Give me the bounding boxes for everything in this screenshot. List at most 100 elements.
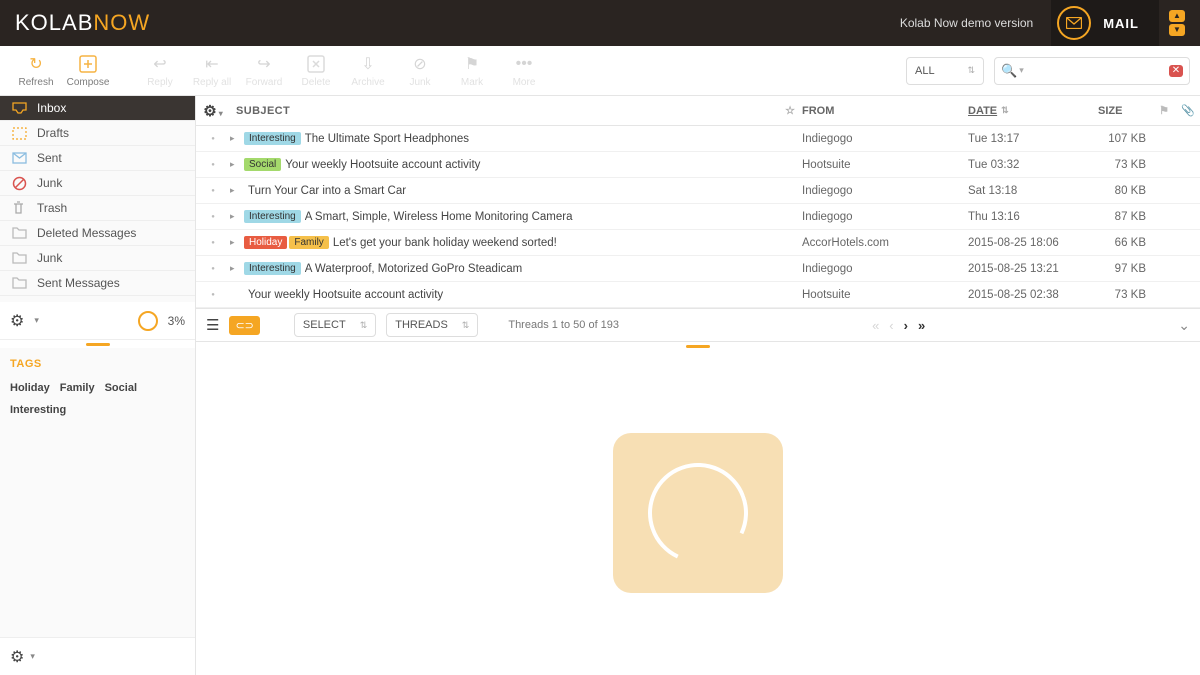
message-row[interactable]: ●▸SocialYour weekly Hootsuite account ac… [196, 152, 1200, 178]
delete-button[interactable]: Delete [290, 50, 342, 92]
tags-settings-button[interactable]: ⚙ [10, 647, 24, 667]
search-input[interactable]: 🔍 ▾ ✕ [994, 57, 1190, 85]
pagination: « ‹ › » [872, 318, 925, 333]
chevron-up-icon[interactable]: ▲ [1169, 10, 1185, 22]
message-size: 80 KB [1098, 185, 1152, 197]
col-date[interactable]: DATE⇅ [968, 105, 1098, 117]
junk-button[interactable]: ⊘ Junk [394, 50, 446, 92]
updown-icon: ⇅ [462, 320, 470, 331]
message-subject: Turn Your Car into a Smart Car [248, 185, 802, 197]
preview-split-handle[interactable] [196, 342, 1200, 350]
col-size[interactable]: SIZE [1098, 105, 1152, 117]
tag-interesting[interactable]: Interesting [10, 404, 66, 416]
message-list: ●▸InterestingThe Ultimate Sport Headphon… [196, 126, 1200, 308]
plus-icon [78, 54, 98, 74]
app-switcher[interactable]: ▲ ▼ [1169, 10, 1185, 36]
mail-icon [1057, 6, 1091, 40]
folder-settings-button[interactable]: ⚙ [10, 311, 24, 331]
flag-icon[interactable]: ⚑ [1152, 104, 1176, 117]
split-handle[interactable] [0, 340, 195, 348]
message-row[interactable]: ●▸HolidayFamilyLet's get your bank holid… [196, 230, 1200, 256]
refresh-button[interactable]: ↻ Refresh [10, 50, 62, 92]
page-next-button[interactable]: › [904, 318, 908, 333]
tags-panel: TAGS HolidayFamilySocialInteresting [0, 348, 195, 426]
tag-social: Social [244, 158, 281, 171]
collapse-button[interactable]: ⌄ [1178, 317, 1190, 334]
message-row[interactable]: ●▸InterestingA Waterproof, Motorized GoP… [196, 256, 1200, 282]
updown-icon: ⇅ [967, 65, 975, 76]
refresh-icon: ↻ [26, 54, 46, 74]
message-tags: Interesting [244, 262, 301, 275]
folder-junk[interactable]: Junk [0, 171, 195, 196]
message-subject: A Waterproof, Motorized GoPro Steadicam [305, 263, 802, 275]
message-subject: Your weekly Hootsuite account activity [248, 289, 802, 301]
mark-button[interactable]: ⚑ Mark [446, 50, 498, 92]
clear-search-icon[interactable]: ✕ [1169, 65, 1183, 77]
list-footer: ☰ ⊂⊃ SELECT ⇅ THREADS ⇅ Threads 1 to 50 … [196, 308, 1200, 342]
archive-button[interactable]: ⇩ Archive [342, 50, 394, 92]
archive-label: Archive [351, 77, 384, 88]
message-row[interactable]: ●Your weekly Hootsuite account activityH… [196, 282, 1200, 308]
col-from[interactable]: FROM [802, 105, 968, 117]
message-date: Thu 13:16 [968, 211, 1098, 223]
page-last-button[interactable]: » [918, 318, 925, 333]
tag-family[interactable]: Family [60, 382, 95, 394]
folder-inbox[interactable]: Inbox [0, 96, 195, 121]
compose-button[interactable]: Compose [62, 50, 114, 92]
folder-label: Sent Messages [37, 276, 120, 290]
list-view-button[interactable]: ☰ [206, 316, 219, 334]
thread-arrow-icon: ▸ [230, 159, 244, 170]
folder-label: Inbox [37, 101, 66, 115]
folder-sent-messages[interactable]: Sent Messages [0, 271, 195, 296]
folder-trash[interactable]: Trash [0, 196, 195, 221]
message-row[interactable]: ●▸Turn Your Car into a Smart CarIndiegog… [196, 178, 1200, 204]
reply-all-icon: ⇤ [202, 54, 222, 74]
junk-icon [12, 176, 28, 191]
threads-dropdown[interactable]: THREADS ⇅ [386, 313, 478, 337]
message-row[interactable]: ●▸InterestingA Smart, Simple, Wireless H… [196, 204, 1200, 230]
filter-select[interactable]: ALL ⇅ [906, 57, 984, 85]
folder-deleted-messages[interactable]: Deleted Messages [0, 221, 195, 246]
message-from: Indiegogo [802, 263, 968, 275]
folder-junk[interactable]: Junk [0, 246, 195, 271]
message-size: 66 KB [1098, 237, 1152, 249]
mail-label: MAIL [1103, 16, 1139, 31]
message-tags: Social [244, 158, 281, 171]
thread-toggle-button[interactable]: ⊂⊃ [229, 316, 259, 335]
star-icon[interactable]: ☆ [778, 104, 802, 117]
inbox-icon [12, 102, 28, 114]
folder-sent[interactable]: Sent [0, 146, 195, 171]
message-row[interactable]: ●▸InterestingThe Ultimate Sport Headphon… [196, 126, 1200, 152]
folder-label: Trash [37, 201, 67, 215]
mail-app-button[interactable]: MAIL [1051, 0, 1159, 46]
attachment-icon[interactable]: 📎 [1176, 104, 1200, 117]
message-date: 2015-08-25 18:06 [968, 237, 1098, 249]
preview-pane [196, 350, 1200, 675]
folder-drafts[interactable]: Drafts [0, 121, 195, 146]
logo-part2: NOW [93, 10, 150, 35]
tag-holiday[interactable]: Holiday [10, 382, 50, 394]
reply-all-button[interactable]: ⇤ Reply all [186, 50, 238, 92]
reply-button[interactable]: ↩ Reply [134, 50, 186, 92]
forward-button[interactable]: ↪ Forward [238, 50, 290, 92]
more-button[interactable]: ••• More [498, 50, 550, 92]
page-first-button[interactable]: « [872, 318, 879, 333]
sidebar-bottom: ⚙ ▾ [0, 637, 195, 675]
threads-label: THREADS [395, 319, 448, 331]
page-prev-button[interactable]: ‹ [889, 318, 893, 333]
message-size: 73 KB [1098, 159, 1152, 171]
col-subject[interactable]: SUBJECT [230, 105, 778, 117]
list-settings-button[interactable]: ⚙▾ [196, 102, 230, 120]
folder-label: Junk [37, 251, 62, 265]
tag-social[interactable]: Social [105, 382, 137, 394]
drafts-icon [12, 127, 28, 140]
message-subject: A Smart, Simple, Wireless Home Monitorin… [305, 211, 802, 223]
chevron-down-icon[interactable]: ▼ [1169, 24, 1185, 36]
message-from: Hootsuite [802, 159, 968, 171]
unread-dot-icon: ● [196, 240, 230, 246]
tag-holiday: Holiday [244, 236, 287, 249]
folder-list: InboxDraftsSentJunkTrashDeleted Messages… [0, 96, 195, 296]
select-dropdown[interactable]: SELECT ⇅ [294, 313, 376, 337]
junk-icon: ⊘ [410, 54, 430, 74]
quota-icon [138, 311, 158, 331]
